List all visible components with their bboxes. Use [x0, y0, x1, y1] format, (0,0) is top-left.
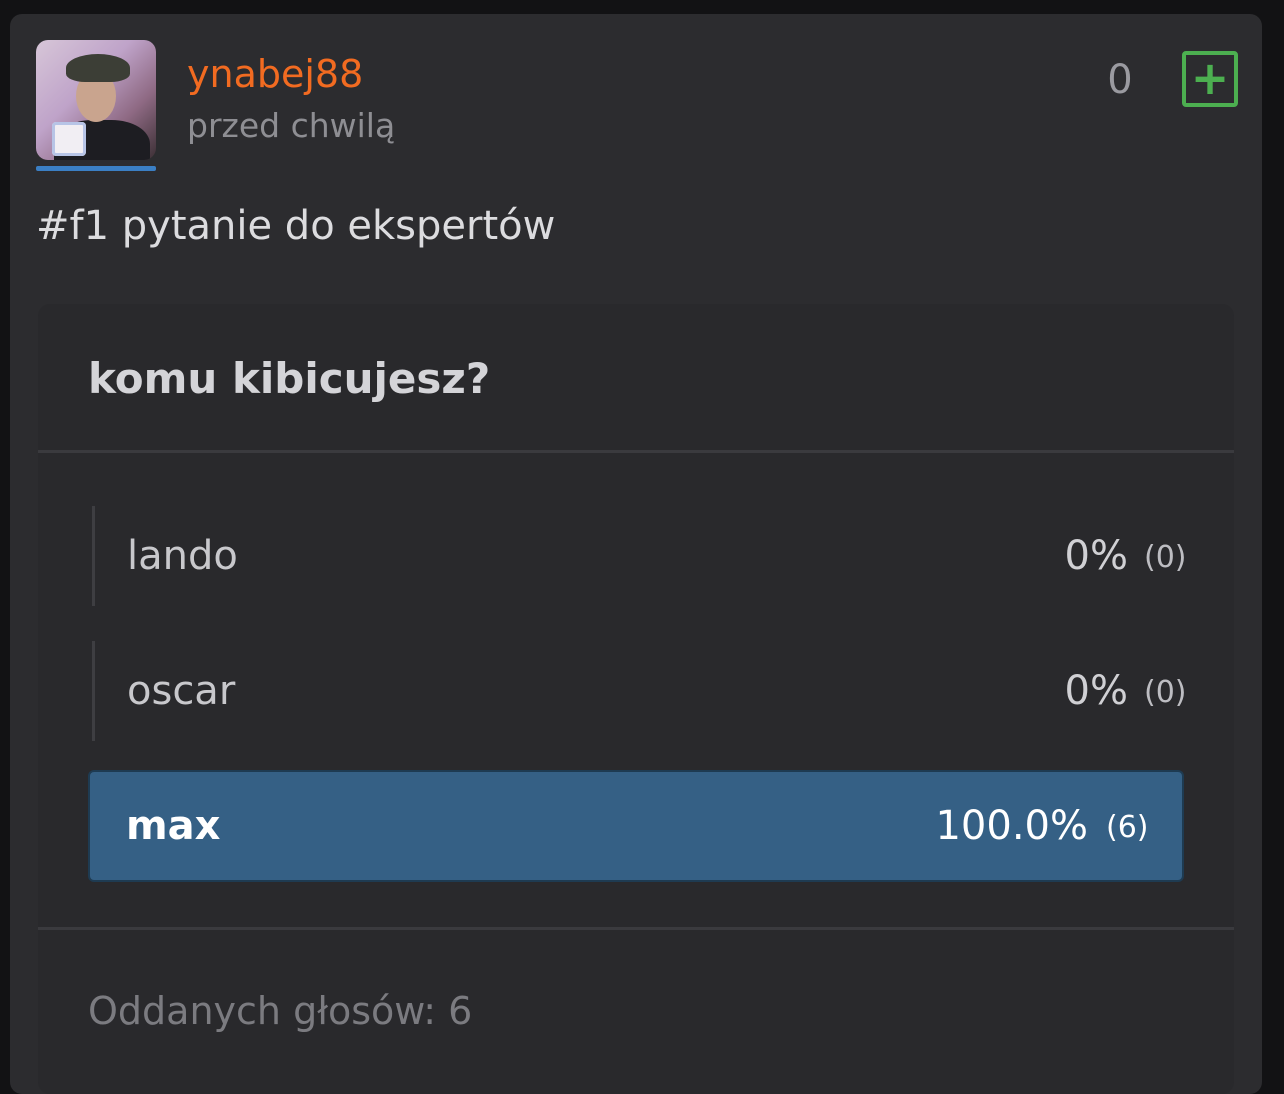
- avatar[interactable]: [36, 40, 156, 172]
- poll-option-max[interactable]: max 100.0% (6): [88, 770, 1184, 882]
- poll-option-label: max: [126, 803, 221, 849]
- poll-option-oscar[interactable]: oscar 0% (0): [92, 641, 1187, 741]
- avatar-image[interactable]: [36, 40, 156, 160]
- post-timestamp[interactable]: przed chwilą: [187, 106, 395, 146]
- poll-divider-bottom: [38, 927, 1234, 930]
- poll-option-percent: 100.0%: [935, 803, 1088, 849]
- poll-divider-top: [38, 450, 1234, 453]
- post-card: ynabej88 przed chwilą 0 + #f1 pytanie do…: [10, 14, 1262, 1094]
- author-username[interactable]: ynabej88: [187, 52, 363, 96]
- plus-square-icon: +: [1190, 51, 1230, 105]
- post-body-text: #f1 pytanie do ekspertów: [36, 203, 556, 249]
- poll-option-label: lando: [127, 533, 238, 579]
- poll-option-count: (0): [1144, 540, 1187, 575]
- poll-box: komu kibicujesz? lando 0% (0) oscar 0% (…: [38, 304, 1234, 1094]
- poll-option-lando[interactable]: lando 0% (0): [92, 506, 1187, 606]
- poll-option-percent: 0%: [1064, 668, 1128, 714]
- plus-vote-button[interactable]: +: [1182, 51, 1238, 107]
- vote-count: 0: [1107, 57, 1133, 103]
- poll-option-label: oscar: [127, 668, 236, 714]
- poll-total-votes: Oddanych głosów: 6: [88, 989, 473, 1033]
- avatar-underline: [36, 166, 156, 171]
- poll-option-count: (0): [1144, 675, 1187, 710]
- poll-option-count: (6): [1106, 810, 1149, 845]
- poll-question: komu kibicujesz?: [88, 354, 491, 403]
- poll-option-percent: 0%: [1064, 533, 1128, 579]
